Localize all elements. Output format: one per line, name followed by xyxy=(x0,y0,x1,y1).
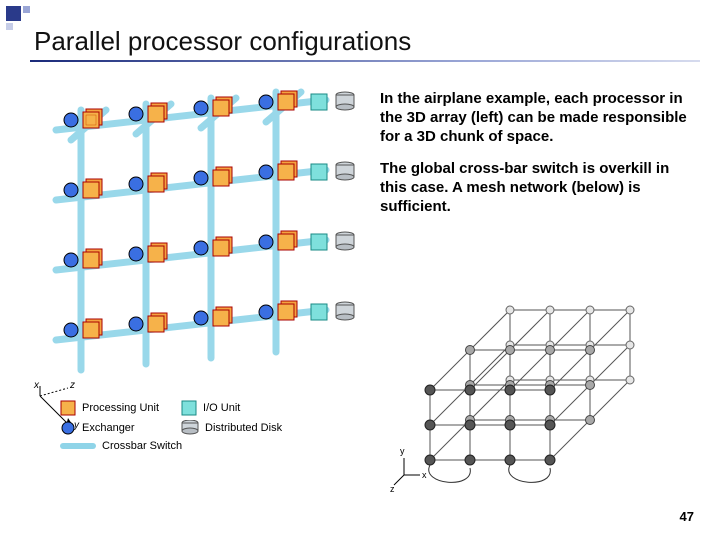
legend-crossbar-switch: Crossbar Switch xyxy=(60,440,282,452)
slide-title: Parallel processor configurations xyxy=(34,26,411,57)
legend-label: Crossbar Switch xyxy=(102,440,182,452)
legend-label: Distributed Disk xyxy=(205,422,282,434)
legend-io-unit: I/O Unit xyxy=(181,400,282,416)
legend-distributed-disk: Distributed Disk xyxy=(181,420,282,436)
axis-x: x xyxy=(34,380,39,391)
processing-unit-icon xyxy=(60,400,76,416)
paragraph-1: In the airplane example, each processor … xyxy=(380,90,690,146)
legend-exchanger: Exchanger xyxy=(60,420,159,436)
crossbar-icon xyxy=(60,441,96,451)
legend-label: Processing Unit xyxy=(82,402,159,414)
legend-label: Exchanger xyxy=(82,422,135,434)
paragraph-2: The global cross-bar switch is overkill … xyxy=(380,160,690,216)
axis-z: z xyxy=(390,484,395,494)
figure-legend: Processing Unit I/O Unit Exchanger Distr… xyxy=(60,400,282,452)
body-text: In the airplane example, each processor … xyxy=(380,90,690,217)
title-divider xyxy=(30,60,700,62)
axis-y: y xyxy=(400,446,405,456)
legend-processing-unit: Processing Unit xyxy=(60,400,159,416)
io-unit-icon xyxy=(181,400,197,416)
disk-icon xyxy=(181,420,199,436)
slide-corner-ornament xyxy=(6,6,32,32)
axis-z: z xyxy=(70,380,75,391)
exchanger-icon xyxy=(60,420,76,436)
figure-3d-crossbar-array xyxy=(36,80,366,400)
legend-label: I/O Unit xyxy=(203,402,240,414)
figure-3d-mesh-network: y x z xyxy=(390,300,690,500)
page-number: 47 xyxy=(680,509,694,524)
axis-x: x xyxy=(422,470,427,480)
